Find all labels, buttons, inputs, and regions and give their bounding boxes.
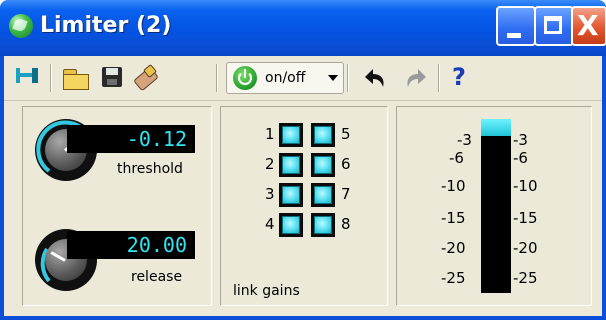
power-icon	[233, 66, 257, 90]
minimize-button[interactable]	[496, 6, 536, 46]
threshold-label: threshold	[117, 161, 183, 177]
link-number: 5	[341, 125, 351, 143]
dropdown-arrow-icon[interactable]	[328, 75, 338, 81]
maximize-icon	[544, 16, 562, 34]
link-toggle-1[interactable]	[279, 123, 303, 147]
minimize-icon	[507, 33, 521, 38]
meter-tick-right: -20	[513, 239, 538, 257]
link-number: 4	[265, 215, 275, 233]
redo-icon[interactable]	[402, 63, 432, 93]
link-number: 3	[265, 185, 275, 203]
link-number: 1	[265, 125, 275, 143]
close-button[interactable]: X	[571, 6, 606, 46]
meter-tick-left: -20	[441, 239, 466, 257]
toolbar-separator	[50, 64, 51, 92]
meter-tick-right: -25	[513, 269, 538, 287]
title-bar[interactable]: Limiter (2) X	[0, 0, 606, 56]
link-gains-title: link gains	[233, 283, 300, 299]
link-number: 2	[265, 155, 275, 173]
save-icon[interactable]	[100, 63, 124, 93]
link-toggle-3[interactable]	[279, 183, 303, 207]
close-icon: X	[577, 9, 599, 42]
meter-tick-right: -3	[513, 131, 528, 149]
meter-tick-right: -6	[513, 149, 528, 167]
release-display[interactable]: 20.00	[67, 231, 195, 259]
help-icon[interactable]: ?	[446, 63, 470, 93]
link-gains-panel: 1 2 3 4 5 6 7 8 link gains	[220, 106, 388, 306]
meter-tick-right: -15	[513, 209, 538, 227]
link-number: 8	[341, 215, 351, 233]
threshold-display[interactable]: -0.12	[67, 125, 195, 153]
gain-reduction-meter	[481, 119, 511, 293]
app-icon	[9, 14, 33, 38]
meter-tick-right: -10	[513, 177, 538, 195]
toolbar-separator	[438, 64, 439, 92]
link-number: 6	[341, 155, 351, 173]
onoff-button[interactable]: on/off	[226, 62, 344, 94]
maximize-button[interactable]	[534, 6, 574, 46]
link-toggle-2[interactable]	[279, 153, 303, 177]
toolbar: on/off ?	[4, 56, 602, 101]
toolbar-separator	[216, 64, 217, 92]
limiter-window: Limiter (2) X on/off ? -0.12 threshold 2…	[0, 0, 606, 320]
link-toggle-4[interactable]	[279, 213, 303, 237]
release-label: release	[131, 269, 183, 285]
knob-panel: -0.12 threshold 20.00 release	[22, 106, 212, 306]
link-toggle-5[interactable]	[311, 123, 335, 147]
link-number: 7	[341, 185, 351, 203]
client-area: on/off ? -0.12 threshold 20.00 release 1…	[4, 56, 602, 316]
undo-icon[interactable]	[359, 63, 389, 93]
eraser-icon[interactable]	[132, 63, 160, 93]
meter-panel: -3 -6 -10 -15 -20 -25 -3 -6 -10 -15 -20 …	[396, 106, 592, 306]
onoff-label: on/off	[265, 70, 306, 86]
window-title: Limiter (2)	[40, 13, 172, 38]
meter-tick-left: -3	[457, 131, 472, 149]
link-toggle-8[interactable]	[311, 213, 335, 237]
meter-tick-left: -25	[441, 269, 466, 287]
meter-tick-left: -6	[449, 149, 464, 167]
meter-level	[481, 119, 511, 136]
meter-tick-left: -10	[441, 177, 466, 195]
link-toggle-7[interactable]	[311, 183, 335, 207]
meter-tick-left: -15	[441, 209, 466, 227]
pin-icon[interactable]	[14, 63, 40, 93]
link-toggle-6[interactable]	[311, 153, 335, 177]
toolbar-separator	[347, 64, 348, 92]
folder-icon[interactable]	[62, 63, 90, 93]
